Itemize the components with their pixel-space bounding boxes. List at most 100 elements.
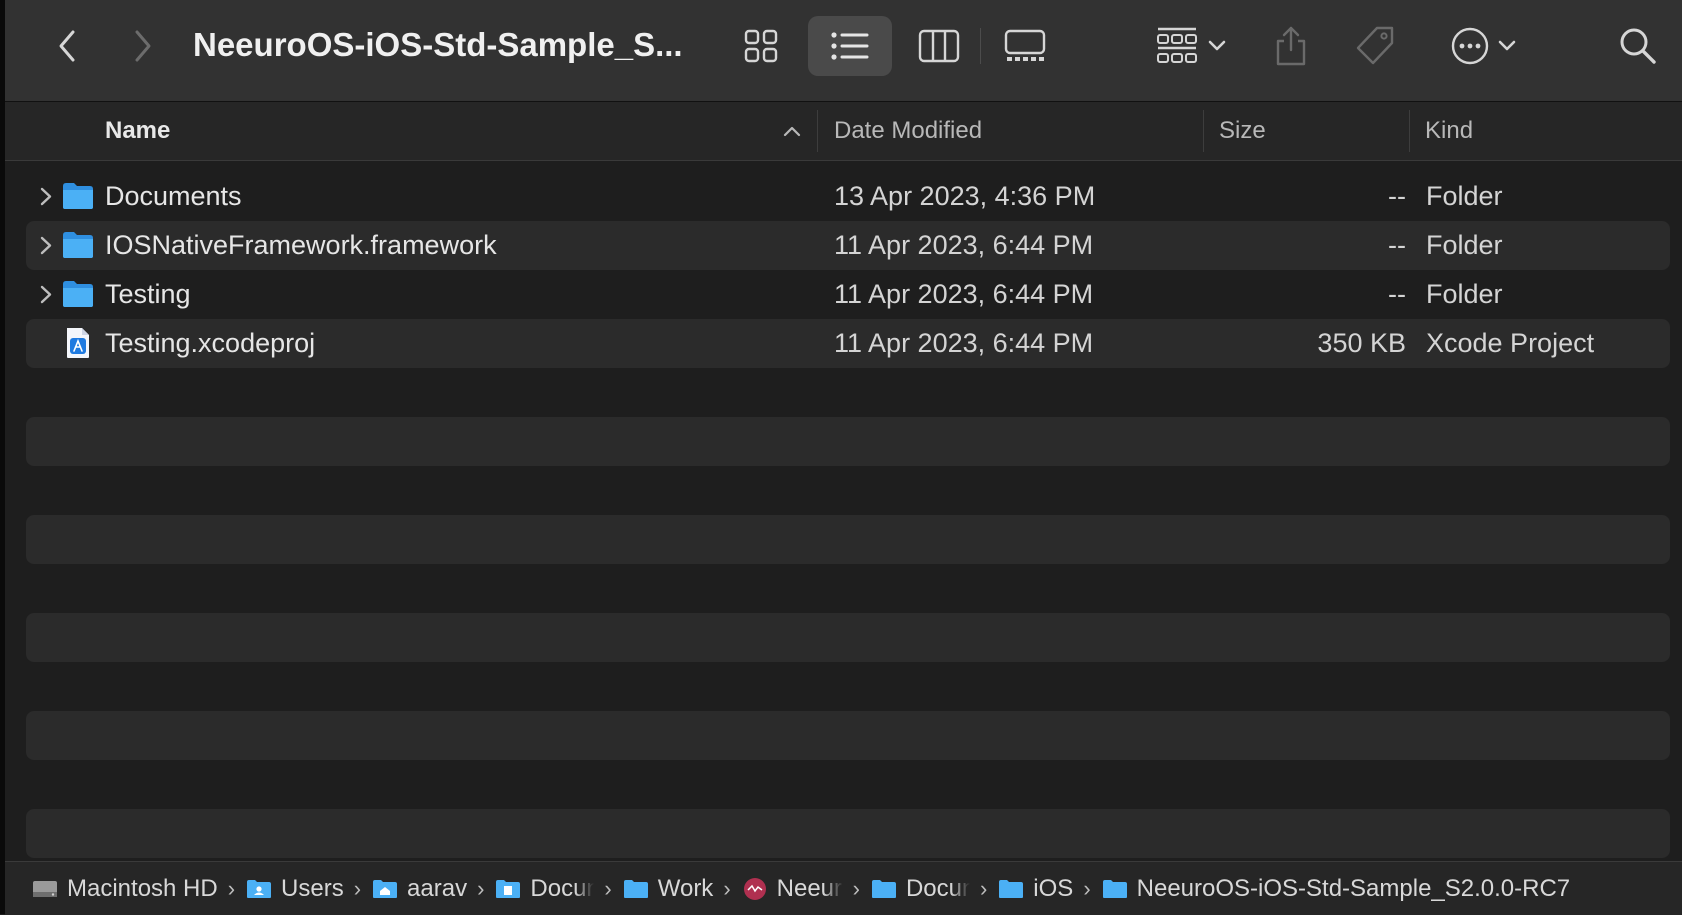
tag-button[interactable] [1350,18,1402,74]
path-crumb-work[interactable]: Work [622,874,714,903]
search-button[interactable] [1613,20,1663,72]
gallery-icon [1004,29,1046,61]
empty-row [26,613,1670,662]
path-crumb-macintosh-hd[interactable]: Macintosh HD [31,875,218,903]
file-date: 13 Apr 2023, 4:36 PM [834,181,1096,211]
chevron-down-icon [1498,40,1516,51]
disclosure-triangle-icon[interactable] [36,233,56,258]
more-actions-button[interactable] [1443,18,1525,74]
group-by-button[interactable] [1147,18,1237,74]
path-crumb-label: Docun [530,874,595,902]
path-crumb-neeuro[interactable]: Neeur [741,875,843,903]
list-view-button[interactable] [808,16,892,76]
chevron-down-icon [1208,40,1226,51]
disclosure-triangle-icon[interactable] [36,184,56,209]
icon-grid-icon [744,29,778,63]
finder-window: NeeuroOS-iOS-Std-Sample_S... Name Date M… [0,0,1682,915]
empty-row [26,417,1670,466]
folder-icon [623,879,648,898]
search-icon [1620,28,1656,64]
share-button[interactable] [1267,18,1315,74]
path-separator: › [723,875,731,901]
column-view-button[interactable] [911,18,967,74]
disclosure-triangle-icon[interactable] [36,282,56,307]
users-folder-icon [247,879,272,898]
path-crumb-label: Neeur [776,874,843,902]
path-crumb-label: Macintosh HD [67,874,218,902]
ellipsis-circle-icon [1451,27,1489,65]
documents-folder-icon [496,879,521,898]
column-header-kind[interactable]: Kind [1425,102,1473,160]
path-separator: › [604,875,612,901]
file-kind: Folder [1426,279,1503,309]
icon-view-button[interactable] [733,18,789,74]
column-header-row: Name Date Modified Size Kind [5,102,1682,161]
file-kind: Folder [1426,181,1503,211]
column-header-size[interactable]: Size [1219,102,1266,160]
path-crumb-users[interactable]: Users [245,875,344,903]
path-separator: › [353,875,362,901]
forward-button[interactable] [125,26,161,66]
xcode-project-icon [67,328,89,358]
path-separator: › [1083,875,1091,901]
chevron-right-icon [135,30,151,62]
toolbar-divider [980,28,981,64]
path-crumb-label: iOS [1033,874,1074,902]
column-divider[interactable] [817,110,818,152]
chevron-left-icon [59,30,75,62]
file-kind: Xcode Project [1426,328,1595,358]
file-row[interactable]: IOSNativeFramework.framework 11 Apr 2023… [26,221,1670,270]
path-separator: › [477,875,485,901]
file-date: 11 Apr 2023, 6:44 PM [834,328,1094,358]
path-separator: › [227,875,236,901]
column-header-name[interactable]: Name [105,102,170,160]
path-crumb-label: Work [657,874,714,902]
file-size: -- [1388,230,1406,260]
gallery-view-button[interactable] [995,18,1055,74]
file-size: -- [1388,181,1406,211]
folder-icon [1102,879,1127,898]
file-kind: Folder [1426,230,1503,260]
file-size: 350 KB [1317,328,1406,358]
group-by-icon [1157,27,1197,63]
path-crumb-documents[interactable]: Docun [494,875,594,903]
file-name: Testing.xcodeproj [105,328,316,358]
path-crumb-label: Docun [905,874,970,902]
empty-row [26,711,1670,760]
back-button[interactable] [49,26,85,66]
columns-icon [918,29,960,63]
file-name: IOSNativeFramework.framework [105,230,497,260]
file-name: Testing [105,279,191,309]
column-divider[interactable] [1203,110,1204,152]
path-crumb-current-folder[interactable]: NeeuroOS-iOS-Std-Sample_S2.0.0-RC7 [1101,875,1570,903]
hard-drive-icon [33,880,57,897]
file-row[interactable]: Testing 11 Apr 2023, 6:44 PM -- Folder [26,270,1670,319]
file-row[interactable]: Testing.xcodeproj 11 Apr 2023, 6:44 PM 3… [26,319,1670,368]
file-name: Documents [105,181,242,211]
list-icon [831,32,869,60]
path-separator: › [979,875,988,901]
folder-icon [999,879,1024,898]
column-divider[interactable] [1409,110,1410,152]
column-header-date-modified[interactable]: Date Modified [834,102,982,160]
path-bar: Macintosh HD › Users › aarav › Docun › W… [5,861,1682,915]
folder-icon [63,232,93,258]
folder-icon [63,281,93,307]
path-crumb-label: aarav [407,874,468,902]
path-crumb-documents-2[interactable]: Docun [870,875,970,903]
share-icon [1276,26,1306,66]
home-folder-icon [373,879,398,898]
empty-row [26,515,1670,564]
tag-icon [1356,26,1394,65]
path-separator: › [852,875,860,901]
empty-row [26,809,1670,858]
window-title: NeeuroOS-iOS-Std-Sample_S... [193,26,683,63]
file-row[interactable]: Documents 13 Apr 2023, 4:36 PM -- Folder [26,172,1670,221]
sort-ascending-icon[interactable] [782,124,802,138]
neeuro-app-icon [743,877,766,900]
file-size: -- [1388,279,1406,309]
folder-icon [871,879,896,898]
path-crumb-ios[interactable]: iOS [997,875,1073,903]
path-crumb-aarav[interactable]: aarav [371,875,467,903]
folder-icon [63,183,93,209]
